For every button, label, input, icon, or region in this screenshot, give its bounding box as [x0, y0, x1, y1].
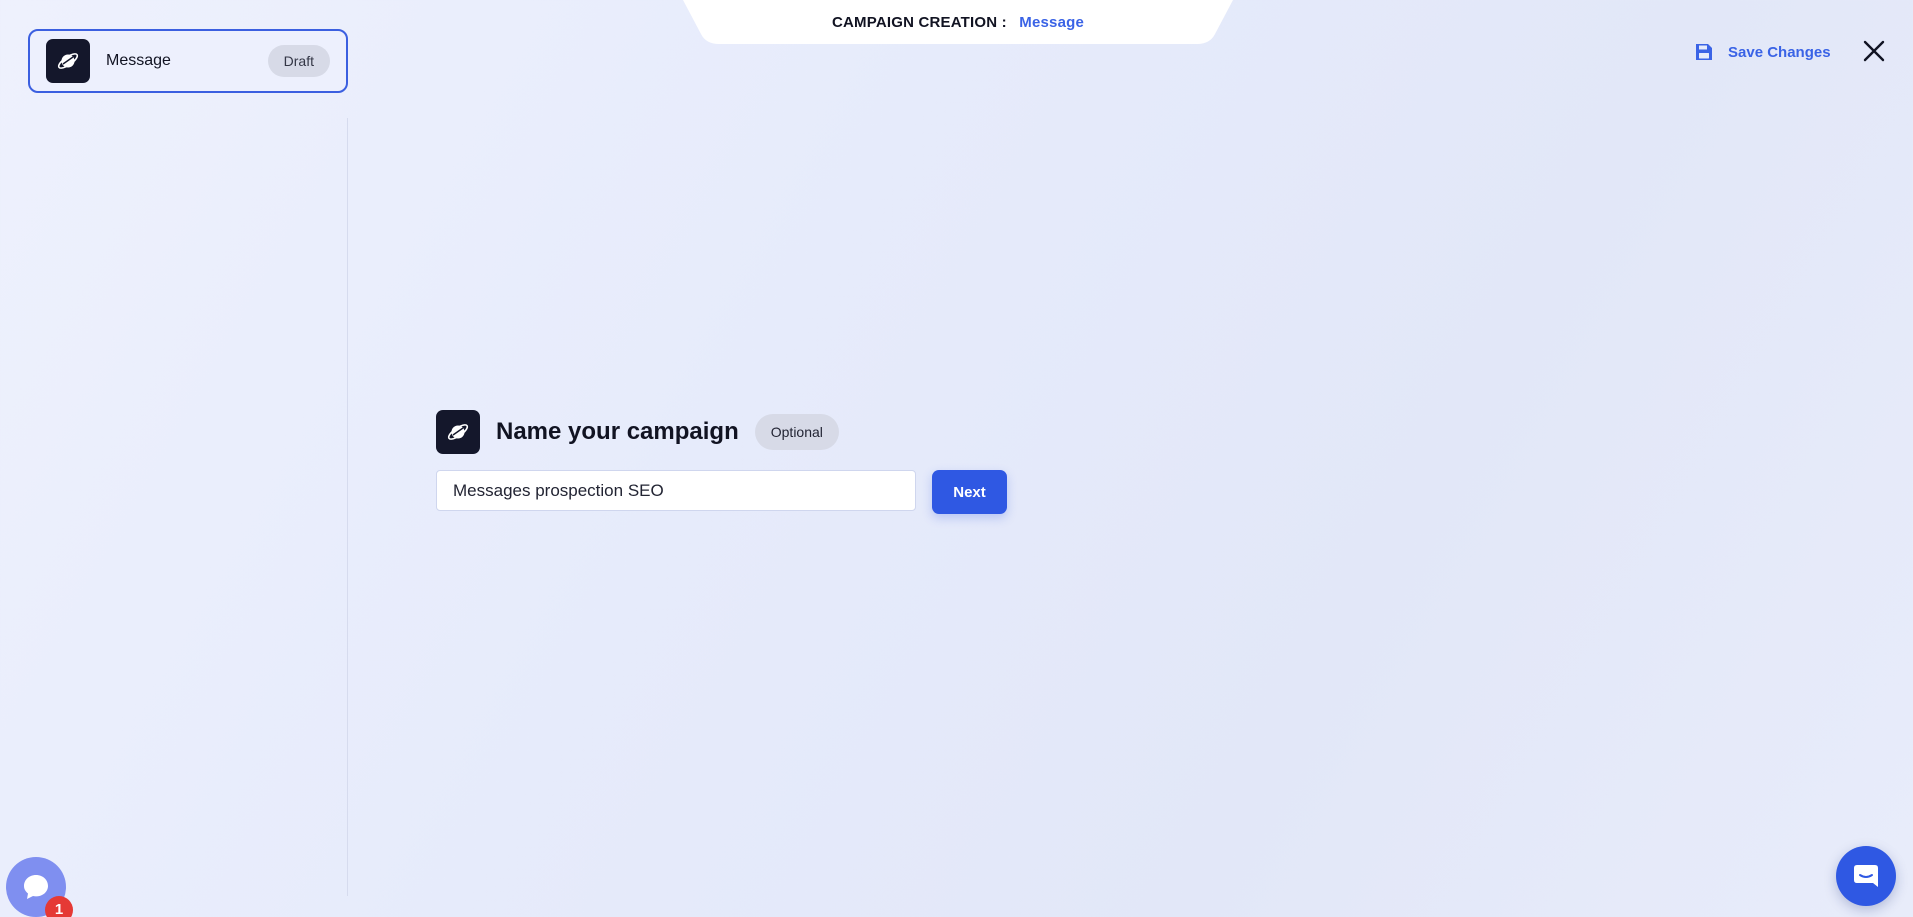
- header-text: CAMPAIGN CREATION : Message: [683, 14, 1233, 31]
- campaign-creation-header: CAMPAIGN CREATION : Message: [683, 0, 1233, 44]
- intercom-chat-icon: [1854, 865, 1878, 887]
- intercom-launcher[interactable]: [1836, 846, 1896, 906]
- header-campaign-name: Message: [1019, 14, 1085, 31]
- next-button[interactable]: Next: [932, 470, 1007, 514]
- save-changes-button[interactable]: Save Changes: [1694, 40, 1831, 64]
- header-prefix: CAMPAIGN CREATION :: [831, 14, 1007, 31]
- campaign-card[interactable]: Message Draft: [28, 29, 348, 93]
- planet-icon: [436, 410, 480, 454]
- close-icon: [1863, 40, 1885, 62]
- campaign-card-title: Message: [106, 52, 171, 69]
- close-button[interactable]: [1860, 37, 1888, 65]
- notification-count-badge: 1: [45, 896, 73, 917]
- form-header: Name your campaign Optional: [436, 410, 839, 454]
- optional-badge: Optional: [754, 414, 839, 450]
- form-title: Name your campaign: [496, 418, 739, 445]
- planet-icon: [46, 39, 90, 83]
- save-changes-label: Save Changes: [1728, 43, 1831, 61]
- status-badge: Draft: [267, 45, 330, 77]
- sidebar-divider: [347, 118, 348, 896]
- chat-bubble-icon: [24, 875, 48, 899]
- floppy-disk-icon: [1696, 44, 1712, 60]
- campaign-name-input[interactable]: [436, 470, 916, 511]
